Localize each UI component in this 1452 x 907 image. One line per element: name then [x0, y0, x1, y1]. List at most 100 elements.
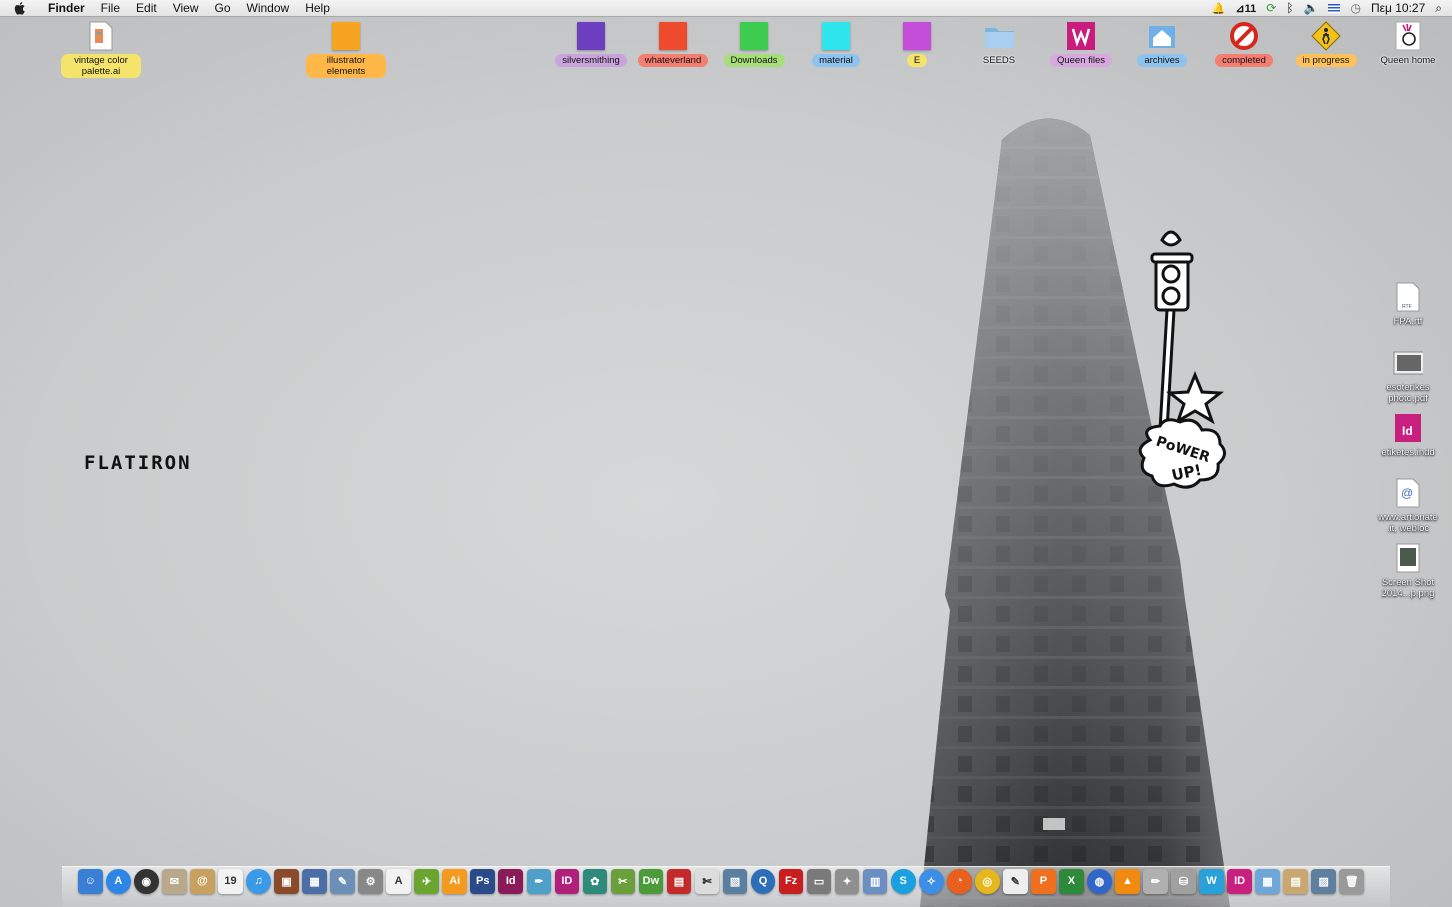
desktop-icon-label: in progress [1295, 54, 1357, 67]
bridge-icon[interactable]: ✿ [582, 869, 608, 894]
menubar-clock[interactable]: Πεμ 10:27 [1371, 1, 1425, 15]
desktop-icon-e[interactable]: E [877, 21, 957, 67]
desktop-file-label: etiketes.indd [1381, 447, 1435, 458]
desktop-icon-queen-files[interactable]: Queen files [1041, 21, 1121, 67]
compass-tool-icon[interactable]: ✦ [834, 869, 860, 894]
firefox-icon[interactable]: ◔ [946, 869, 972, 894]
desktop-icon-vintage-color-palette-ai[interactable]: vintage color palette.ai [61, 21, 141, 78]
desktop-icon-archives[interactable]: archives [1122, 21, 1202, 67]
itunes-icon[interactable]: ♫ [246, 869, 271, 894]
indesign-cs-icon[interactable]: ID [554, 869, 580, 894]
adobe-updates-count: 11 [1244, 2, 1257, 15]
mission-control-icon[interactable]: ▦ [302, 869, 327, 894]
trash-icon[interactable]: 🗑 [1339, 869, 1364, 894]
color-folder-icon [576, 21, 606, 51]
book-icon[interactable]: ▤ [666, 869, 692, 894]
preview-icon[interactable]: ✎ [330, 869, 355, 894]
desktop-icon-label: vintage color palette.ai [61, 54, 141, 78]
quicktime-icon[interactable]: Q [750, 869, 776, 894]
notification-bell-icon[interactable]: 🔔 [1212, 2, 1226, 15]
svg-text:@: @ [1401, 486, 1413, 500]
utilities-icon[interactable]: ✂ [610, 869, 636, 894]
menu-file[interactable]: File [93, 0, 128, 16]
textedit-icon[interactable]: ✎ [1003, 869, 1028, 894]
webloc-icon: @ [1393, 478, 1423, 508]
home-folder-icon [1147, 21, 1177, 51]
color-folder-icon [331, 21, 361, 51]
calendar-icon[interactable]: 19 [218, 869, 243, 894]
apple-menu-icon[interactable] [12, 0, 28, 16]
desktop-file-indd[interactable]: Id etiketes.indd [1368, 413, 1448, 459]
google-earth-icon[interactable]: ◍ [1087, 869, 1112, 894]
feather-icon[interactable]: ✒ [526, 869, 552, 894]
menu-help[interactable]: Help [297, 0, 338, 16]
desktop-file-webloc[interactable]: @ www.artionate .it, webloc [1368, 478, 1448, 535]
desktop-file-rtf[interactable]: RTF FPA.rtf [1368, 282, 1448, 328]
stack-icon[interactable]: ▥ [862, 869, 888, 894]
app-store-icon[interactable]: A [106, 869, 131, 894]
contacts-icon[interactable]: @ [190, 869, 215, 894]
mail-stamp-icon[interactable]: ✉ [162, 869, 187, 894]
desktop-icon-queen-home[interactable]: Queen home [1368, 21, 1448, 67]
time-machine-icon[interactable]: ◷ [1350, 1, 1360, 15]
menu-app-finder[interactable]: Finder [40, 0, 93, 16]
dreamweaver-icon[interactable]: Dw [638, 869, 664, 894]
wallpaper-title: FLATIRON [84, 452, 192, 474]
desktop-icon-illustrator-elements[interactable]: illustrator elements [306, 21, 386, 78]
image-capture-icon[interactable]: ▧ [722, 869, 748, 894]
bluetooth-icon[interactable]: ᛒ [1286, 1, 1293, 15]
pages-icon[interactable]: P [1031, 869, 1056, 894]
transmit-icon[interactable]: ✈ [414, 869, 439, 894]
documents-stack-icon[interactable]: ▤ [1283, 869, 1308, 894]
spotlight-search-icon[interactable]: ⌕ [1435, 1, 1442, 16]
illustrator-icon[interactable]: Ai [442, 869, 467, 894]
script-icon[interactable]: ✄ [694, 869, 720, 894]
menu-edit[interactable]: Edit [128, 0, 165, 16]
svg-text:RTF: RTF [1402, 304, 1412, 310]
menu-view[interactable]: View [165, 0, 207, 16]
sync-globe-icon[interactable]: ⟳ [1266, 1, 1276, 15]
traffic-light-sticker [1138, 230, 1226, 489]
scanner-icon[interactable]: ▭ [806, 869, 832, 894]
wordpress-icon[interactable]: W [1199, 869, 1224, 894]
desktop-icon-in-progress[interactable]: in progress [1286, 21, 1366, 67]
acrobat-icon[interactable]: A [386, 869, 411, 894]
filezilla-icon[interactable]: Fz [778, 869, 804, 894]
menu-window[interactable]: Window [239, 0, 298, 16]
finder-icon[interactable]: ☺ [78, 869, 103, 894]
disk-utility-icon[interactable]: ⛁ [1171, 869, 1196, 894]
svg-text:UP!: UP! [1170, 461, 1203, 485]
desktop-icon-label: Queen files [1049, 54, 1113, 67]
forbidden-icon [1229, 21, 1259, 51]
rtf-document-icon: RTF [1393, 282, 1423, 312]
input-flag-icon[interactable] [1328, 3, 1341, 13]
photoshop-icon[interactable]: Ps [470, 869, 496, 894]
color-folder-icon [821, 21, 851, 51]
chrome-icon[interactable]: ◎ [975, 869, 1000, 894]
system-preferences-icon[interactable]: ⚙ [358, 869, 383, 894]
desktop-icon-completed[interactable]: completed [1204, 21, 1284, 67]
folder-stack-icon[interactable]: ▦ [1255, 869, 1280, 894]
desktop-file-shot[interactable]: Screen Shot 2014...p.png [1368, 543, 1448, 600]
volume-icon[interactable]: 🔈 [1304, 1, 1319, 15]
desktop-file-photo[interactable]: esoterikes photo.pdf [1368, 348, 1448, 405]
illustrator-file-icon [86, 21, 116, 51]
downloads-stack-icon[interactable]: ▨ [1311, 869, 1336, 894]
desktop-icon-silversmithing[interactable]: silversmithing [551, 21, 631, 67]
menu-bar: Finder File Edit View Go Window Help 🔔 ⊿… [0, 0, 1452, 17]
pencil-tool-icon[interactable]: ✏ [1143, 869, 1168, 894]
desktop-icon-seeds[interactable]: SEEDS [959, 21, 1039, 67]
safari-icon[interactable]: ✧ [918, 869, 944, 894]
indesign-icon[interactable]: Id [498, 869, 524, 894]
dashboard-icon[interactable]: ◉ [134, 869, 159, 894]
menu-go[interactable]: Go [207, 0, 239, 16]
skype-icon[interactable]: S [890, 869, 916, 894]
photo-booth-icon[interactable]: ▣ [274, 869, 299, 894]
desktop-icon-whateverland[interactable]: whateverland [633, 21, 713, 67]
adobe-updates-icon[interactable]: ⊿11 [1235, 2, 1256, 15]
desktop-icon-material[interactable]: material [796, 21, 876, 67]
indesign-doc-icon[interactable]: ID [1227, 869, 1252, 894]
excel-icon[interactable]: X [1059, 869, 1084, 894]
vlc-icon[interactable]: ▲ [1115, 869, 1140, 894]
desktop-icon-downloads[interactable]: Downloads [714, 21, 794, 67]
